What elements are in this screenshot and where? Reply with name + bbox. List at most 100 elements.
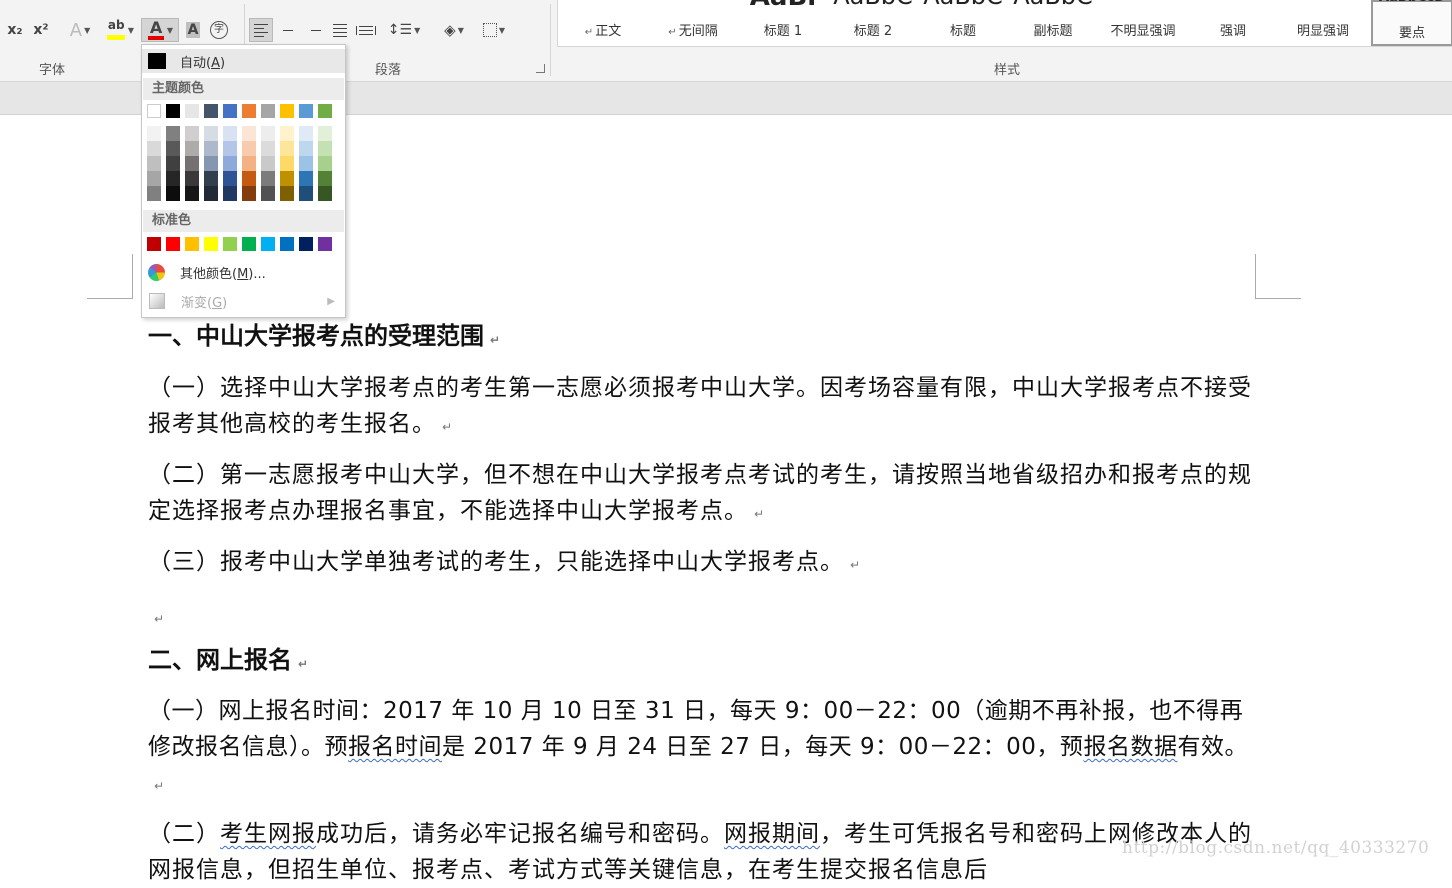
theme-tint-swatch[interactable]	[185, 171, 199, 186]
enclose-characters-button[interactable]: 字	[208, 18, 230, 42]
theme-tint-swatch[interactable]	[166, 171, 180, 186]
theme-tint-swatch[interactable]	[166, 156, 180, 171]
character-shading-button[interactable]: A	[183, 18, 203, 42]
font-color-button[interactable]: A ▼	[141, 18, 179, 42]
automatic-color-item[interactable]: 自动(A)	[142, 49, 345, 73]
theme-tint-swatch[interactable]	[185, 156, 199, 171]
style-heading-1[interactable]: AaBl 标题 1	[738, 0, 828, 46]
distributed-button[interactable]	[354, 18, 378, 42]
highlight-button[interactable]: ab ▼	[102, 18, 138, 42]
theme-tint-swatch[interactable]	[204, 141, 218, 156]
style-title[interactable]: AaBbC 标题	[918, 0, 1008, 46]
borders-button[interactable]: ▼	[476, 18, 512, 42]
theme-tint-swatch[interactable]	[280, 141, 294, 156]
theme-tint-swatch[interactable]	[166, 141, 180, 156]
standard-color-swatch[interactable]	[147, 237, 161, 251]
theme-color-swatch[interactable]	[242, 104, 256, 118]
standard-color-swatch[interactable]	[280, 237, 294, 251]
theme-tint-swatch[interactable]	[261, 186, 275, 201]
theme-tint-swatch[interactable]	[223, 141, 237, 156]
theme-color-swatch[interactable]	[185, 104, 199, 118]
standard-color-swatch[interactable]	[318, 237, 332, 251]
style-strong[interactable]: AaBbCcD 要点	[1371, 0, 1452, 46]
theme-tint-swatch[interactable]	[242, 171, 256, 186]
more-colors-item[interactable]: 其他颜色(M)...	[142, 260, 345, 284]
align-center-button[interactable]	[276, 18, 300, 42]
heading-2: 二、网上报名 ↵	[148, 645, 309, 674]
theme-tint-swatch[interactable]	[318, 141, 332, 156]
theme-color-swatch[interactable]	[204, 104, 218, 118]
theme-tint-swatch[interactable]	[318, 126, 332, 141]
align-left-button[interactable]	[249, 18, 273, 42]
theme-color-swatch[interactable]	[318, 104, 332, 118]
theme-tint-swatch[interactable]	[299, 126, 313, 141]
theme-color-swatch[interactable]	[280, 104, 294, 118]
theme-tint-swatch[interactable]	[185, 186, 199, 201]
style-normal[interactable]: AaBbCcDd ↵正文	[558, 0, 648, 46]
theme-tint-swatch[interactable]	[280, 186, 294, 201]
subscript-button[interactable]: x₂	[4, 18, 26, 42]
theme-tint-swatch[interactable]	[280, 171, 294, 186]
line-spacing-button[interactable]: ↕☰ ▼	[386, 18, 422, 42]
theme-tint-swatch[interactable]	[261, 126, 275, 141]
standard-color-swatch[interactable]	[185, 237, 199, 251]
theme-tint-swatch[interactable]	[147, 156, 161, 171]
theme-color-swatch[interactable]	[166, 104, 180, 118]
theme-tint-swatch[interactable]	[318, 156, 332, 171]
style-heading-2[interactable]: AaBbC 标题 2	[828, 0, 918, 46]
standard-color-swatch[interactable]	[204, 237, 218, 251]
theme-tint-swatch[interactable]	[261, 171, 275, 186]
theme-tint-swatch[interactable]	[166, 126, 180, 141]
standard-color-swatch[interactable]	[223, 237, 237, 251]
theme-tint-swatch[interactable]	[299, 156, 313, 171]
align-right-button[interactable]	[302, 18, 326, 42]
theme-tint-swatch[interactable]	[242, 186, 256, 201]
justify-button[interactable]	[328, 18, 352, 42]
theme-tint-swatch[interactable]	[280, 156, 294, 171]
theme-tint-swatch[interactable]	[261, 141, 275, 156]
theme-tint-swatch[interactable]	[299, 141, 313, 156]
theme-tint-swatch[interactable]	[147, 171, 161, 186]
theme-tint-swatch[interactable]	[261, 156, 275, 171]
standard-color-swatch[interactable]	[261, 237, 275, 251]
theme-tint-swatch[interactable]	[318, 171, 332, 186]
theme-tint-swatch[interactable]	[147, 126, 161, 141]
style-no-spacing[interactable]: AaBbCcDd ↵无间隔	[648, 0, 738, 46]
theme-tint-swatch[interactable]	[280, 126, 294, 141]
theme-tint-swatch[interactable]	[223, 171, 237, 186]
theme-tint-swatch[interactable]	[223, 186, 237, 201]
style-emphasis[interactable]: AaBbCcDd 强调	[1188, 0, 1278, 46]
theme-color-swatch[interactable]	[223, 104, 237, 118]
theme-color-swatch[interactable]	[147, 104, 161, 118]
standard-color-swatch[interactable]	[166, 237, 180, 251]
theme-tint-swatch[interactable]	[147, 141, 161, 156]
theme-tint-swatch[interactable]	[185, 141, 199, 156]
theme-tint-swatch[interactable]	[242, 126, 256, 141]
theme-tint-swatch[interactable]	[204, 156, 218, 171]
theme-tint-swatch[interactable]	[204, 186, 218, 201]
gradient-item[interactable]: 渐变(G) ▶	[142, 289, 345, 313]
theme-tint-swatch[interactable]	[299, 171, 313, 186]
theme-tint-swatch[interactable]	[223, 126, 237, 141]
theme-tint-swatch[interactable]	[318, 186, 332, 201]
theme-tint-swatch[interactable]	[299, 186, 313, 201]
style-subtitle[interactable]: AaBbC 副标题	[1008, 0, 1098, 46]
theme-tint-swatch[interactable]	[166, 186, 180, 201]
superscript-button[interactable]: x²	[30, 18, 52, 42]
standard-color-swatch[interactable]	[242, 237, 256, 251]
theme-tint-swatch[interactable]	[204, 126, 218, 141]
theme-tint-swatch[interactable]	[185, 126, 199, 141]
style-subtle-emphasis[interactable]: AaBbCcDd 不明显强调	[1098, 0, 1188, 46]
theme-tint-swatch[interactable]	[223, 156, 237, 171]
theme-tint-swatch[interactable]	[204, 171, 218, 186]
theme-tint-swatch[interactable]	[242, 156, 256, 171]
shading-button[interactable]: ◈ ▼	[436, 18, 472, 42]
theme-color-swatch[interactable]	[299, 104, 313, 118]
standard-color-swatch[interactable]	[299, 237, 313, 251]
paragraph-dialog-launcher-icon[interactable]	[536, 64, 545, 73]
style-intense-emphasis[interactable]: AaBbCcDd 明显强调	[1278, 0, 1368, 46]
theme-tint-swatch[interactable]	[242, 141, 256, 156]
theme-tint-swatch[interactable]	[147, 186, 161, 201]
theme-color-swatch[interactable]	[261, 104, 275, 118]
text-effects-button[interactable]: A ▼	[64, 18, 96, 42]
